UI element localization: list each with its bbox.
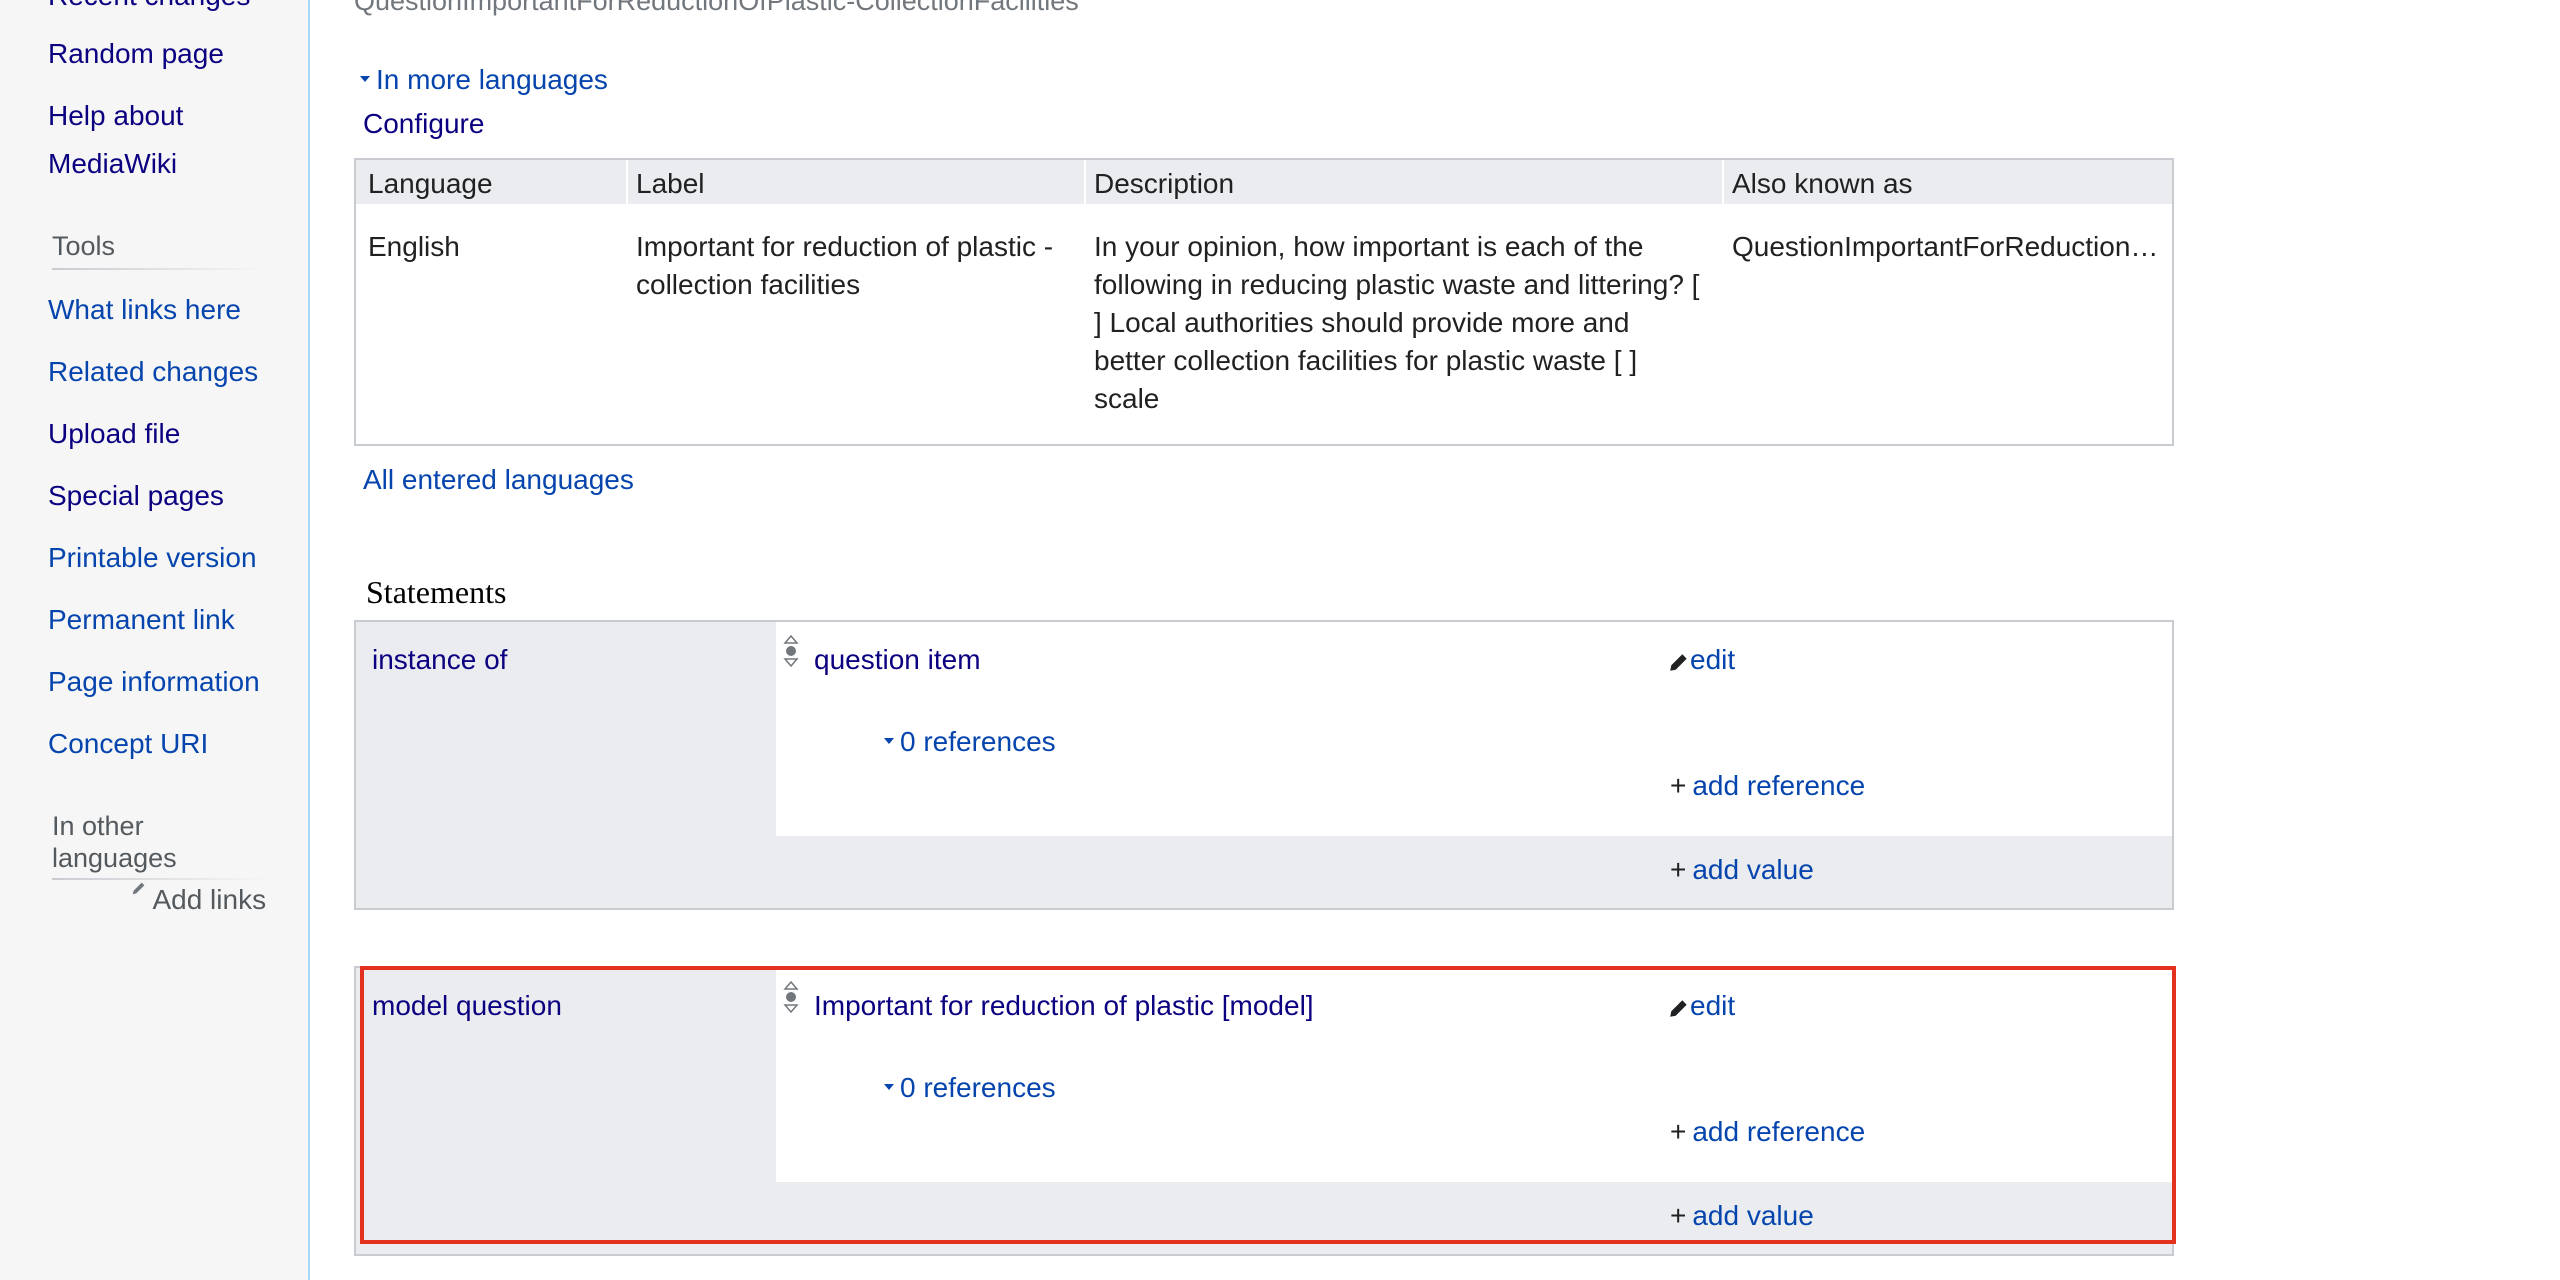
cell-description-line1: In your opinion, how important is each o… [1094, 231, 1644, 262]
sidebar-item-upload-file[interactable]: Upload file [48, 418, 180, 450]
other-languages-divider [52, 878, 267, 880]
cell-label-line1: Important for reduction of plastic - [636, 231, 1054, 262]
sidebar-item-special-pages[interactable]: Special pages [48, 480, 224, 512]
statement-group-model-question: model question Important for reduction o… [354, 966, 2174, 1256]
configure-link[interactable]: Configure [363, 108, 484, 140]
other-languages-heading-line1: In other [52, 811, 144, 841]
column-header-also-known-as: Also known as [1732, 168, 1913, 199]
chevron-down-icon [884, 1083, 894, 1090]
edit-button[interactable]: edit [1668, 990, 1735, 1022]
add-links-button[interactable]: Add links [130, 882, 267, 916]
sidebar-item-what-links-here[interactable]: What links here [48, 294, 241, 326]
references-toggle[interactable]: 0 references [884, 726, 1056, 758]
sidebar-item-help-about[interactable]: Help about [48, 100, 183, 132]
in-more-languages-label: In more languages [376, 64, 608, 95]
sidebar-item-page-information[interactable]: Page information [48, 666, 260, 698]
cell-language: English [368, 231, 460, 262]
page-subtitle: QuestionImportantForReductionOfPlastic-C… [354, 0, 1079, 16]
edit-label: edit [1690, 644, 1736, 675]
tools-heading: Tools [52, 231, 116, 261]
pencil-icon [1670, 1000, 1687, 1017]
column-divider [1084, 160, 1086, 204]
add-reference-label: add reference [1692, 770, 1866, 801]
plus-icon: + [1670, 1116, 1687, 1147]
all-entered-languages-link[interactable]: All entered languages [363, 464, 634, 496]
column-divider [626, 160, 628, 204]
rank-selector-icon[interactable] [782, 634, 800, 668]
sidebar-item-permanent-link[interactable]: Permanent link [48, 604, 235, 636]
add-reference-label: add reference [1692, 1116, 1866, 1147]
edit-button[interactable]: edit [1668, 644, 1735, 676]
chevron-down-icon [884, 737, 894, 744]
pencil-icon [1670, 654, 1687, 671]
pencil-icon [132, 882, 145, 895]
sidebar-item-related-changes[interactable]: Related changes [48, 356, 258, 388]
sidebar-item-recent-changes[interactable]: Recent changes [48, 0, 250, 12]
other-languages-heading-line2: languages [52, 843, 177, 873]
add-reference-button[interactable]: + add reference [1670, 1116, 1865, 1148]
sidebar-item-concept-uri[interactable]: Concept URI [48, 728, 208, 760]
statement-value[interactable]: question item [814, 644, 981, 676]
language-table: Language Label Description Also known as… [354, 158, 2174, 446]
cell-description-line5: scale [1094, 383, 1160, 414]
cell-label-line2: collection facilities [636, 269, 861, 300]
tools-divider [52, 268, 267, 270]
cell-description-line2: following in reducing plastic waste and … [1094, 269, 1700, 300]
cell-description-line4: better collection facilities for plastic… [1094, 345, 1638, 376]
plus-icon: + [1670, 1200, 1687, 1231]
references-label: 0 references [900, 726, 1056, 757]
add-value-label: add value [1692, 1200, 1814, 1231]
statements-heading: Statements [366, 574, 507, 610]
property-label[interactable]: instance of [372, 644, 507, 676]
add-links-label: Add links [152, 884, 267, 915]
edit-label: edit [1690, 990, 1736, 1021]
column-header-label: Label [636, 168, 705, 199]
references-label: 0 references [900, 1072, 1056, 1103]
sidebar-item-printable-version[interactable]: Printable version [48, 542, 257, 574]
statement-group-instance-of: instance of question item edit 0 referen… [354, 620, 2174, 910]
sidebar: Recent changes Random page Help about Me… [0, 0, 310, 1280]
cell-aliases: QuestionImportantForReduction… [1732, 231, 2159, 262]
add-value-button[interactable]: + add value [1670, 854, 1814, 886]
add-reference-button[interactable]: + add reference [1670, 770, 1865, 802]
column-divider [1722, 160, 1724, 204]
add-value-button[interactable]: + add value [1670, 1200, 1814, 1232]
add-value-label: add value [1692, 854, 1814, 885]
sidebar-item-mediawiki[interactable]: MediaWiki [48, 148, 177, 180]
statement-value[interactable]: Important for reduction of plastic [mode… [814, 990, 1314, 1022]
in-more-languages-toggle[interactable]: In more languages [360, 64, 608, 96]
references-toggle[interactable]: 0 references [884, 1072, 1056, 1104]
column-header-language: Language [368, 168, 493, 199]
chevron-down-icon [360, 75, 370, 82]
column-header-description: Description [1094, 168, 1235, 199]
rank-selector-icon[interactable] [782, 980, 800, 1014]
sidebar-item-random-page[interactable]: Random page [48, 38, 224, 70]
property-label[interactable]: model question [372, 990, 562, 1022]
main-content: QuestionImportantForReductionOfPlastic-C… [310, 0, 2560, 1280]
plus-icon: + [1670, 770, 1687, 801]
plus-icon: + [1670, 854, 1687, 885]
cell-description-line3: ] Local authorities should provide more … [1094, 307, 1630, 338]
